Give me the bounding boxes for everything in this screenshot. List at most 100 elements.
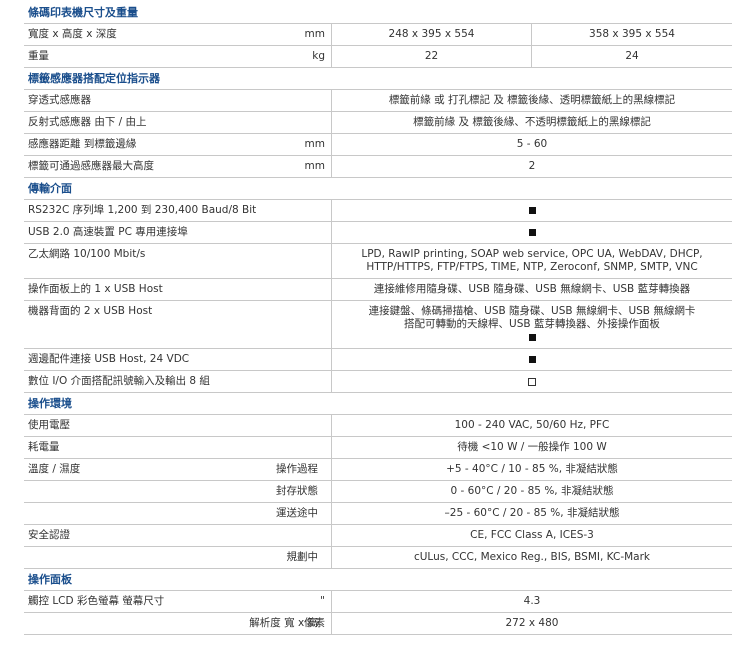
spec-row: 封存狀態 0 - 60°C / 20 - 85 %, 非凝結狀態	[24, 481, 732, 503]
section-header: 標籤感應器搭配定位指示器	[24, 68, 732, 90]
section-header: 操作面板	[24, 569, 732, 591]
section-title: 條碼印表機尺寸及重量	[28, 6, 138, 19]
value-line: CE, FCC Class A, ICES-3	[470, 529, 594, 541]
value-mark	[332, 331, 732, 345]
value-line: 搭配可轉動的天線桿、USB 藍芽轉換器、外接操作面板	[404, 318, 660, 330]
spec-value: 標籤前緣 及 標籤後緣、不透明標籤紙上的黑線標記	[332, 112, 732, 133]
spec-value: 5 - 60	[332, 134, 732, 155]
spec-value: CE, FCC Class A, ICES-3	[332, 525, 732, 546]
value-line: LPD, RawIP printing, SOAP web service, O…	[361, 248, 703, 260]
spec-row: 溫度 / 濕度 操作過程 +5 - 40°C / 10 - 85 %, 非凝結狀態	[24, 459, 732, 481]
section-header: 操作環境	[24, 393, 732, 415]
spec-value: LPD, RawIP printing, SOAP web service, O…	[332, 244, 732, 278]
spec-unit	[272, 503, 332, 524]
spec-value: 358 x 395 x 554	[589, 28, 675, 40]
spec-row: 週邊配件連接 USB Host, 24 VDC	[24, 349, 732, 371]
spec-row: 解析度 寬 x 高像素 272 x 480	[24, 613, 732, 635]
spec-unit	[272, 222, 332, 243]
spec-unit	[272, 200, 332, 221]
spec-row: 穿透式感應器 標籤前緣 或 打孔標記 及 標籤後緣、透明標籤紙上的黑線標記	[24, 90, 732, 112]
spec-row: 寬度 x 高度 x 深度 mm 248 x 395 x 554 358 x 395 x…	[24, 24, 732, 46]
spec-value	[332, 349, 732, 370]
spec-value: 待機 <10 W / 一般操作 100 W	[332, 437, 732, 458]
value-mark	[332, 204, 732, 218]
spec-unit	[272, 459, 332, 480]
spec-row: 乙太網路 10/100 Mbit/s LPD, RawIP printing, S…	[24, 244, 732, 279]
spec-row: 數位 I/O 介面搭配訊號輸入及輸出 8 組	[24, 371, 732, 393]
spec-value: 248 x 395 x 554	[332, 24, 532, 45]
spec-value: 272 x 480	[332, 613, 732, 634]
value-line: 標籤前緣 及 標籤後緣、不透明標籤紙上的黑線標記	[413, 116, 651, 128]
spec-unit: kg	[272, 46, 332, 67]
value-line: 100 - 240 VAC, 50/60 Hz, PFC	[454, 419, 610, 431]
filled-square-icon	[528, 334, 536, 341]
value-line: 2	[528, 160, 536, 172]
spec-row: 重量 kg 22 24	[24, 46, 732, 68]
spec-unit	[272, 547, 332, 568]
spec-unit: mm	[272, 156, 332, 177]
spec-row: 觸控 LCD 彩色螢幕 螢幕尺寸 " 4.3	[24, 591, 732, 613]
spec-row: USB 2.0 高速裝置 PC 專用連接埠	[24, 222, 732, 244]
value-line: HTTP/HTTPS, FTP/FTPS, TIME, NTP, Zerocon…	[366, 261, 698, 273]
spec-value	[332, 200, 732, 221]
spec-row: 反射式感應器 由下 / 由上 標籤前緣 及 標籤後緣、不透明標籤紙上的黑線標記	[24, 112, 732, 134]
section-title: 操作面板	[28, 573, 72, 586]
value-mark	[332, 375, 732, 390]
spec-row: 感應器距離 到標籤邊緣 mm 5 - 60	[24, 134, 732, 156]
filled-square-icon	[528, 229, 536, 236]
empty-square-icon	[528, 378, 536, 386]
spec-unit: mm	[272, 134, 332, 155]
spec-row: 標籤可通過感應器最大高度 mm 2	[24, 156, 732, 178]
value-line: cULus, CCC, Mexico Reg., BIS, BSMI, KC-M…	[413, 551, 651, 563]
spec-unit	[272, 415, 332, 436]
spec-unit	[272, 525, 332, 546]
value-line: 0 - 60°C / 20 - 85 %, 非凝結狀態	[450, 485, 614, 497]
spec-value	[332, 222, 732, 243]
spec-value: 2	[332, 156, 732, 177]
spec-row: 運送途中 –25 - 60°C / 20 - 85 %, 非凝結狀態	[24, 503, 732, 525]
spec-unit	[272, 301, 332, 348]
section-title: 傳輸介面	[28, 182, 72, 195]
value-line: –25 - 60°C / 20 - 85 %, 非凝結狀態	[444, 507, 620, 519]
spec-value: 100 - 240 VAC, 50/60 Hz, PFC	[332, 415, 732, 436]
spec-row: 耗電量 待機 <10 W / 一般操作 100 W	[24, 437, 732, 459]
spec-value: 4.3	[332, 591, 732, 612]
spec-row: 安全認證 CE, FCC Class A, ICES-3	[24, 525, 732, 547]
spec-table: 條碼印表機尺寸及重量寬度 x 高度 x 深度 mm 248 x 395 x 554 3…	[0, 0, 750, 654]
spec-row: 使用電壓 100 - 240 VAC, 50/60 Hz, PFC	[24, 415, 732, 437]
value-line: 4.3	[523, 595, 541, 607]
spec-value: 連接維修用隨身碟、USB 隨身碟、USB 無線網卡、USB 藍芽轉換器	[332, 279, 732, 300]
spec-unit: 像素	[272, 613, 332, 634]
value-line: 待機 <10 W / 一般操作 100 W	[457, 441, 607, 453]
spec-unit	[272, 244, 332, 278]
spec-value: –25 - 60°C / 20 - 85 %, 非凝結狀態	[332, 503, 732, 524]
value-mark	[332, 226, 732, 240]
section-title: 操作環境	[28, 397, 72, 410]
filled-square-icon	[528, 356, 536, 363]
section-header: 條碼印表機尺寸及重量	[24, 2, 732, 24]
spec-value: +5 - 40°C / 10 - 85 %, 非凝結狀態	[332, 459, 732, 480]
spec-row: 規劃中 cULus, CCC, Mexico Reg., BIS, BSMI, K…	[24, 547, 732, 569]
spec-unit	[272, 90, 332, 111]
section-header: 傳輸介面	[24, 178, 732, 200]
spec-value: cULus, CCC, Mexico Reg., BIS, BSMI, KC-M…	[332, 547, 732, 568]
section-title: 標籤感應器搭配定位指示器	[28, 72, 160, 85]
spec-unit	[272, 112, 332, 133]
spec-row: 機器背面的 2 x USB Host 連接鍵盤、條碼掃描槍、USB 隨身碟、USB…	[24, 301, 732, 349]
value-mark	[332, 353, 732, 367]
spec-unit	[272, 279, 332, 300]
filled-square-icon	[528, 207, 536, 214]
spec-unit	[272, 371, 332, 392]
value-line: 連接鍵盤、條碼掃描槍、USB 隨身碟、USB 無線網卡、USB 無線網卡	[368, 305, 696, 317]
spec-unit: "	[272, 591, 332, 612]
spec-unit: mm	[272, 24, 332, 45]
value-line: 272 x 480	[505, 617, 559, 629]
spec-value: 24	[625, 50, 639, 62]
spec-unit	[272, 437, 332, 458]
spec-value: 0 - 60°C / 20 - 85 %, 非凝結狀態	[332, 481, 732, 502]
value-line: 標籤前緣 或 打孔標記 及 標籤後緣、透明標籤紙上的黑線標記	[388, 94, 676, 106]
value-line: +5 - 40°C / 10 - 85 %, 非凝結狀態	[446, 463, 618, 475]
spec-unit	[272, 481, 332, 502]
spec-value	[332, 371, 732, 392]
spec-row: 操作面板上的 1 x USB Host 連接維修用隨身碟、USB 隨身碟、USB …	[24, 279, 732, 301]
